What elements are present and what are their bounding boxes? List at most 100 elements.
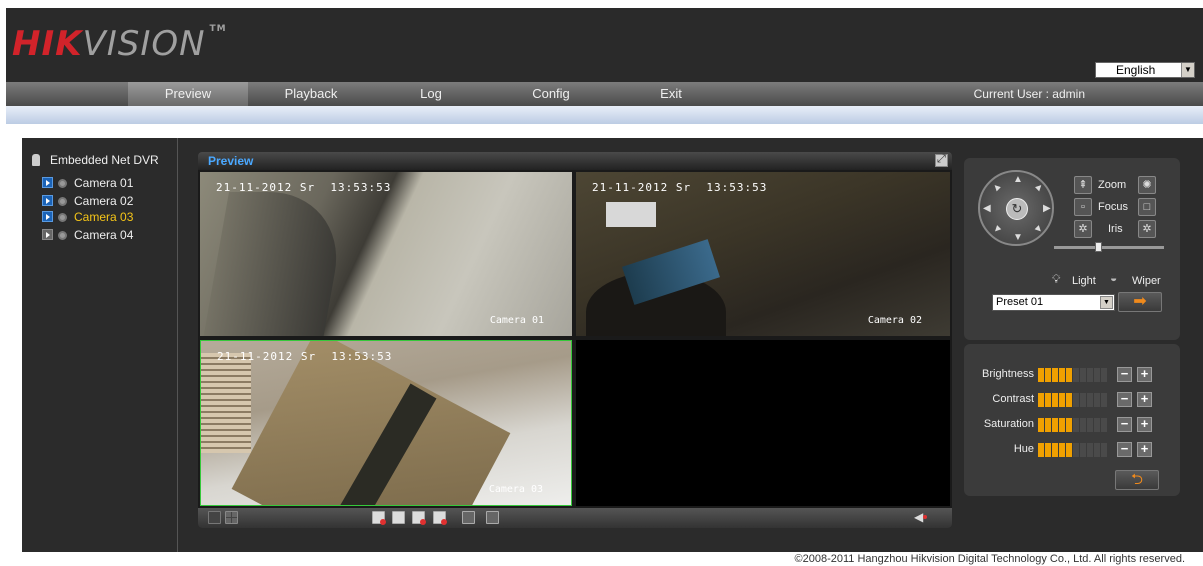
record-icon[interactable] bbox=[372, 511, 386, 525]
nav-preview[interactable]: Preview bbox=[128, 82, 248, 106]
snapshot-icon[interactable] bbox=[392, 511, 405, 524]
preset-select[interactable]: Preset 01 ▼ bbox=[992, 294, 1115, 311]
up-left-arrow-icon[interactable]: ▲ bbox=[990, 180, 1005, 195]
ptz-direction-wheel[interactable]: ▲ ▼ ◀ ▶ ▲ ▲ ▼ ▼ ↻ bbox=[978, 170, 1054, 246]
wiper-icon[interactable]: ◒ bbox=[1110, 271, 1117, 285]
param-level-segment bbox=[1059, 418, 1065, 432]
video-cell-3[interactable]: 21-11-2012 Sr 13:53:53 Camera 03 bbox=[200, 340, 572, 506]
video-frame bbox=[606, 202, 656, 227]
down-right-arrow-icon[interactable]: ▼ bbox=[1032, 222, 1047, 237]
param-label: Hue bbox=[1013, 443, 1034, 455]
param-level-segment bbox=[1101, 368, 1107, 382]
video-frame bbox=[201, 353, 251, 453]
slider-thumb[interactable] bbox=[1095, 242, 1102, 252]
param-label: Contrast bbox=[992, 393, 1034, 405]
nav-exit[interactable]: Exit bbox=[616, 82, 726, 106]
return-arrow-icon: ⮌ bbox=[1130, 471, 1143, 488]
play-icon[interactable] bbox=[42, 211, 53, 222]
camera-item[interactable]: Camera 03 bbox=[42, 209, 133, 225]
record-status-icon bbox=[58, 213, 67, 222]
param-level-bar[interactable] bbox=[1038, 393, 1108, 407]
preview-panel: Preview 21-11-2012 Sr 13:53:53 Camera 01… bbox=[198, 152, 952, 528]
video-cell-4[interactable] bbox=[576, 340, 950, 506]
dvr-icon bbox=[32, 154, 40, 166]
camera-item[interactable]: Camera 04 bbox=[42, 227, 133, 243]
header-bar: HIKVISION TM English ▼ bbox=[6, 8, 1203, 82]
restore-default-button[interactable]: ⮌ bbox=[1115, 470, 1159, 490]
iris-open-icon[interactable]: ✲ bbox=[1074, 220, 1092, 238]
decrease-button[interactable]: − bbox=[1117, 367, 1132, 382]
increase-button[interactable]: + bbox=[1137, 442, 1152, 457]
param-level-segment bbox=[1094, 393, 1100, 407]
camera-item[interactable]: Camera 01 bbox=[42, 175, 133, 191]
param-level-segment bbox=[1080, 393, 1086, 407]
chevron-down-icon[interactable]: ▼ bbox=[1100, 296, 1113, 309]
single-split-icon[interactable] bbox=[208, 511, 221, 524]
record-all-icon[interactable] bbox=[412, 511, 426, 525]
down-arrow-icon[interactable]: ▼ bbox=[1013, 232, 1023, 243]
param-level-bar[interactable] bbox=[1038, 418, 1108, 432]
down-left-arrow-icon[interactable]: ▼ bbox=[990, 222, 1005, 237]
speaker-icon[interactable]: ◀ bbox=[914, 511, 927, 524]
left-arrow-icon[interactable]: ◀ bbox=[983, 203, 991, 214]
param-level-segment bbox=[1080, 368, 1086, 382]
auto-scan-icon[interactable]: ↻ bbox=[1006, 198, 1028, 220]
nav-playback[interactable]: Playback bbox=[256, 82, 366, 106]
language-select[interactable]: English ▼ bbox=[1095, 62, 1195, 78]
right-arrow-icon[interactable]: ▶ bbox=[1043, 203, 1051, 214]
nav-log[interactable]: Log bbox=[376, 82, 486, 106]
param-level-segment bbox=[1073, 418, 1079, 432]
ptz-speed-slider[interactable] bbox=[1054, 242, 1164, 252]
param-level-segment bbox=[1038, 418, 1044, 432]
focus-near-icon[interactable]: ▫ bbox=[1074, 198, 1092, 216]
param-level-segment bbox=[1052, 393, 1058, 407]
osd-camera-name: Camera 02 bbox=[867, 315, 922, 326]
param-level-segment bbox=[1066, 418, 1072, 432]
param-level-segment bbox=[1087, 368, 1093, 382]
param-level-segment bbox=[1073, 368, 1079, 382]
play-icon[interactable] bbox=[42, 195, 53, 206]
increase-button[interactable]: + bbox=[1137, 392, 1152, 407]
param-level-segment bbox=[1101, 443, 1107, 457]
video-cell-2[interactable]: 21-11-2012 Sr 13:53:53 Camera 02 bbox=[576, 172, 950, 336]
sidebar-divider bbox=[177, 138, 178, 552]
param-level-segment bbox=[1052, 418, 1058, 432]
light-icon[interactable]: 💡︎ bbox=[1052, 272, 1060, 287]
param-row: Contrast − + bbox=[964, 391, 1180, 409]
focus-far-icon[interactable]: □ bbox=[1138, 198, 1156, 216]
zoom-out-icon[interactable]: ✺ bbox=[1138, 176, 1156, 194]
zoom-in-icon[interactable]: ⇞ bbox=[1074, 176, 1092, 194]
increase-button[interactable]: + bbox=[1137, 417, 1152, 432]
chevron-down-icon[interactable]: ▼ bbox=[1181, 63, 1194, 77]
camera-item[interactable]: Camera 02 bbox=[42, 193, 133, 209]
fullscreen-icon[interactable] bbox=[935, 153, 948, 167]
preview-toolbar: ◀ bbox=[198, 508, 952, 528]
decrease-button[interactable]: − bbox=[1117, 442, 1132, 457]
next-page-icon[interactable] bbox=[486, 511, 499, 524]
prev-page-icon[interactable] bbox=[462, 511, 475, 524]
preset-go-button[interactable]: ➡ bbox=[1118, 292, 1162, 312]
quad-split-icon[interactable] bbox=[225, 511, 238, 524]
iris-close-icon[interactable]: ✲ bbox=[1138, 220, 1156, 238]
decrease-button[interactable]: − bbox=[1117, 392, 1132, 407]
video-cell-1[interactable]: 21-11-2012 Sr 13:53:53 Camera 01 bbox=[200, 172, 572, 336]
param-level-segment bbox=[1087, 393, 1093, 407]
param-level-bar[interactable] bbox=[1038, 368, 1108, 382]
device-tree-root[interactable]: Embedded Net DVR bbox=[32, 153, 159, 167]
preview-header: Preview bbox=[198, 152, 952, 170]
up-arrow-icon[interactable]: ▲ bbox=[1013, 174, 1023, 185]
param-level-bar[interactable] bbox=[1038, 443, 1108, 457]
decrease-button[interactable]: − bbox=[1117, 417, 1132, 432]
up-right-arrow-icon[interactable]: ▲ bbox=[1032, 180, 1047, 195]
record-status-icon bbox=[58, 179, 67, 188]
osd-camera-name: Camera 03 bbox=[488, 484, 543, 495]
nav-config[interactable]: Config bbox=[496, 82, 606, 106]
param-row: Brightness − + bbox=[964, 366, 1180, 384]
increase-button[interactable]: + bbox=[1137, 367, 1152, 382]
wiper-label: Wiper bbox=[1132, 275, 1161, 287]
param-label: Saturation bbox=[983, 418, 1034, 430]
play-icon[interactable] bbox=[42, 177, 53, 188]
stop-record-all-icon[interactable] bbox=[433, 511, 447, 525]
param-level-segment bbox=[1059, 368, 1065, 382]
play-icon[interactable] bbox=[42, 229, 53, 240]
